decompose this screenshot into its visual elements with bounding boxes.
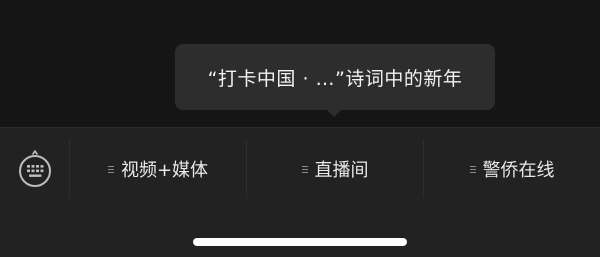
menu-item-live-room[interactable]: 直播间 — [247, 140, 424, 198]
bottom-menu-bar: 视频+媒体 直播间 警侨在线 — [0, 127, 600, 257]
tooltip-arrow — [327, 110, 341, 117]
keyboard-icon — [18, 150, 51, 187]
menu-lines-icon — [469, 164, 476, 175]
home-indicator[interactable] — [193, 238, 407, 246]
bottom-menu: 视频+媒体 直播间 警侨在线 — [0, 140, 600, 198]
menu-item-label: 视频+媒体 — [120, 160, 209, 181]
menu-item-label: 直播间 — [314, 160, 369, 181]
tooltip-text: “打卡中国 · …”诗词中的新年 — [207, 67, 463, 90]
menu-item-video-media[interactable]: 视频+媒体 — [70, 140, 247, 198]
menu-lines-icon — [301, 164, 308, 175]
keyboard-toggle-button[interactable] — [0, 140, 70, 198]
menu-lines-icon — [107, 164, 114, 175]
menu-item-police-overseas[interactable]: 警侨在线 — [424, 140, 600, 198]
menu-item-label: 警侨在线 — [482, 160, 555, 181]
tooltip[interactable]: “打卡中国 · …”诗词中的新年 — [175, 44, 495, 110]
